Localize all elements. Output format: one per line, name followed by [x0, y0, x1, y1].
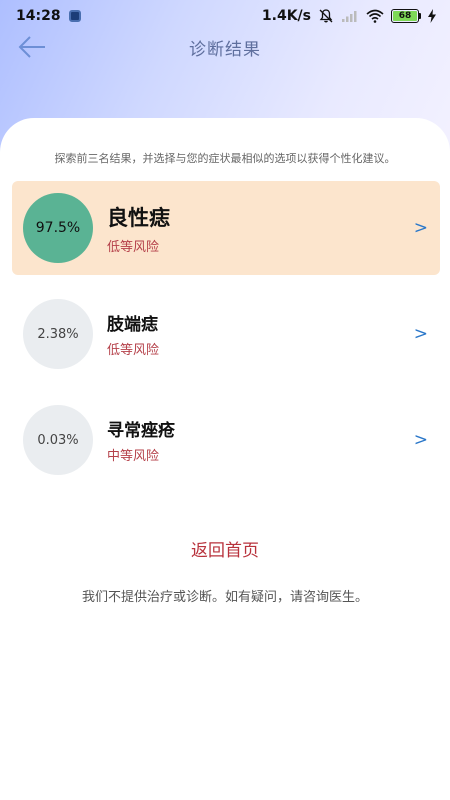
page-title: 诊断结果	[189, 39, 261, 60]
return-home-link[interactable]: 返回首页	[0, 536, 450, 561]
status-right: 1.4K/s 68	[262, 8, 436, 24]
app-notification-icon	[68, 10, 81, 22]
result-item-third[interactable]: 0.03% 寻常痤疮 中等风险 >	[12, 393, 440, 487]
probability-circle: 2.38%	[23, 299, 93, 369]
risk-level: 低等风险	[107, 343, 160, 358]
battery-level: 68	[393, 11, 417, 21]
probability-circle: 0.03%	[23, 405, 93, 475]
result-name: 良性痣	[107, 205, 170, 230]
result-name: 寻常痤疮	[107, 421, 175, 441]
probability-circle: 97.5%	[23, 193, 93, 263]
bell-muted-icon	[319, 9, 333, 23]
content-card: 探索前三名结果，并选择与您的症状最相似的选项以获得个性化建议。 97.5% 良性…	[0, 118, 450, 800]
navigation-bar: 诊断结果	[0, 32, 450, 62]
signal-icon	[342, 11, 357, 22]
charging-bolt-icon	[428, 9, 436, 23]
back-button[interactable]	[14, 32, 50, 62]
result-text: 肢端痣 低等风险	[107, 310, 159, 358]
network-speed: 1.4K/s	[261, 8, 311, 24]
result-name: 肢端痣	[107, 315, 158, 335]
risk-level: 中等风险	[107, 449, 160, 464]
chevron-right-icon: >	[413, 430, 428, 450]
chevron-right-icon: >	[413, 218, 428, 238]
disclaimer-text: 我们不提供治疗或诊断。如有疑问，请咨询医生。	[81, 590, 368, 605]
result-text: 寻常痤疮 中等风险	[107, 416, 175, 464]
result-item-second[interactable]: 2.38% 肢端痣 低等风险 >	[12, 287, 440, 381]
chevron-right-icon: >	[413, 324, 428, 344]
risk-level: 低等风险	[107, 239, 160, 255]
result-item-top[interactable]: 97.5% 良性痣 低等风险 >	[12, 181, 440, 275]
status-bar: 14:28 1.4K/s 68	[0, 0, 450, 32]
instruction-text: 探索前三名结果，并选择与您的症状最相似的选项以获得个性化建议。	[54, 152, 396, 165]
battery-icon: 68	[391, 9, 421, 23]
status-left: 14:28	[16, 8, 81, 24]
result-text: 良性痣 低等风险	[107, 202, 170, 255]
arrow-left-icon	[18, 36, 45, 58]
status-time: 14:28	[16, 8, 61, 24]
wifi-icon	[366, 9, 384, 23]
